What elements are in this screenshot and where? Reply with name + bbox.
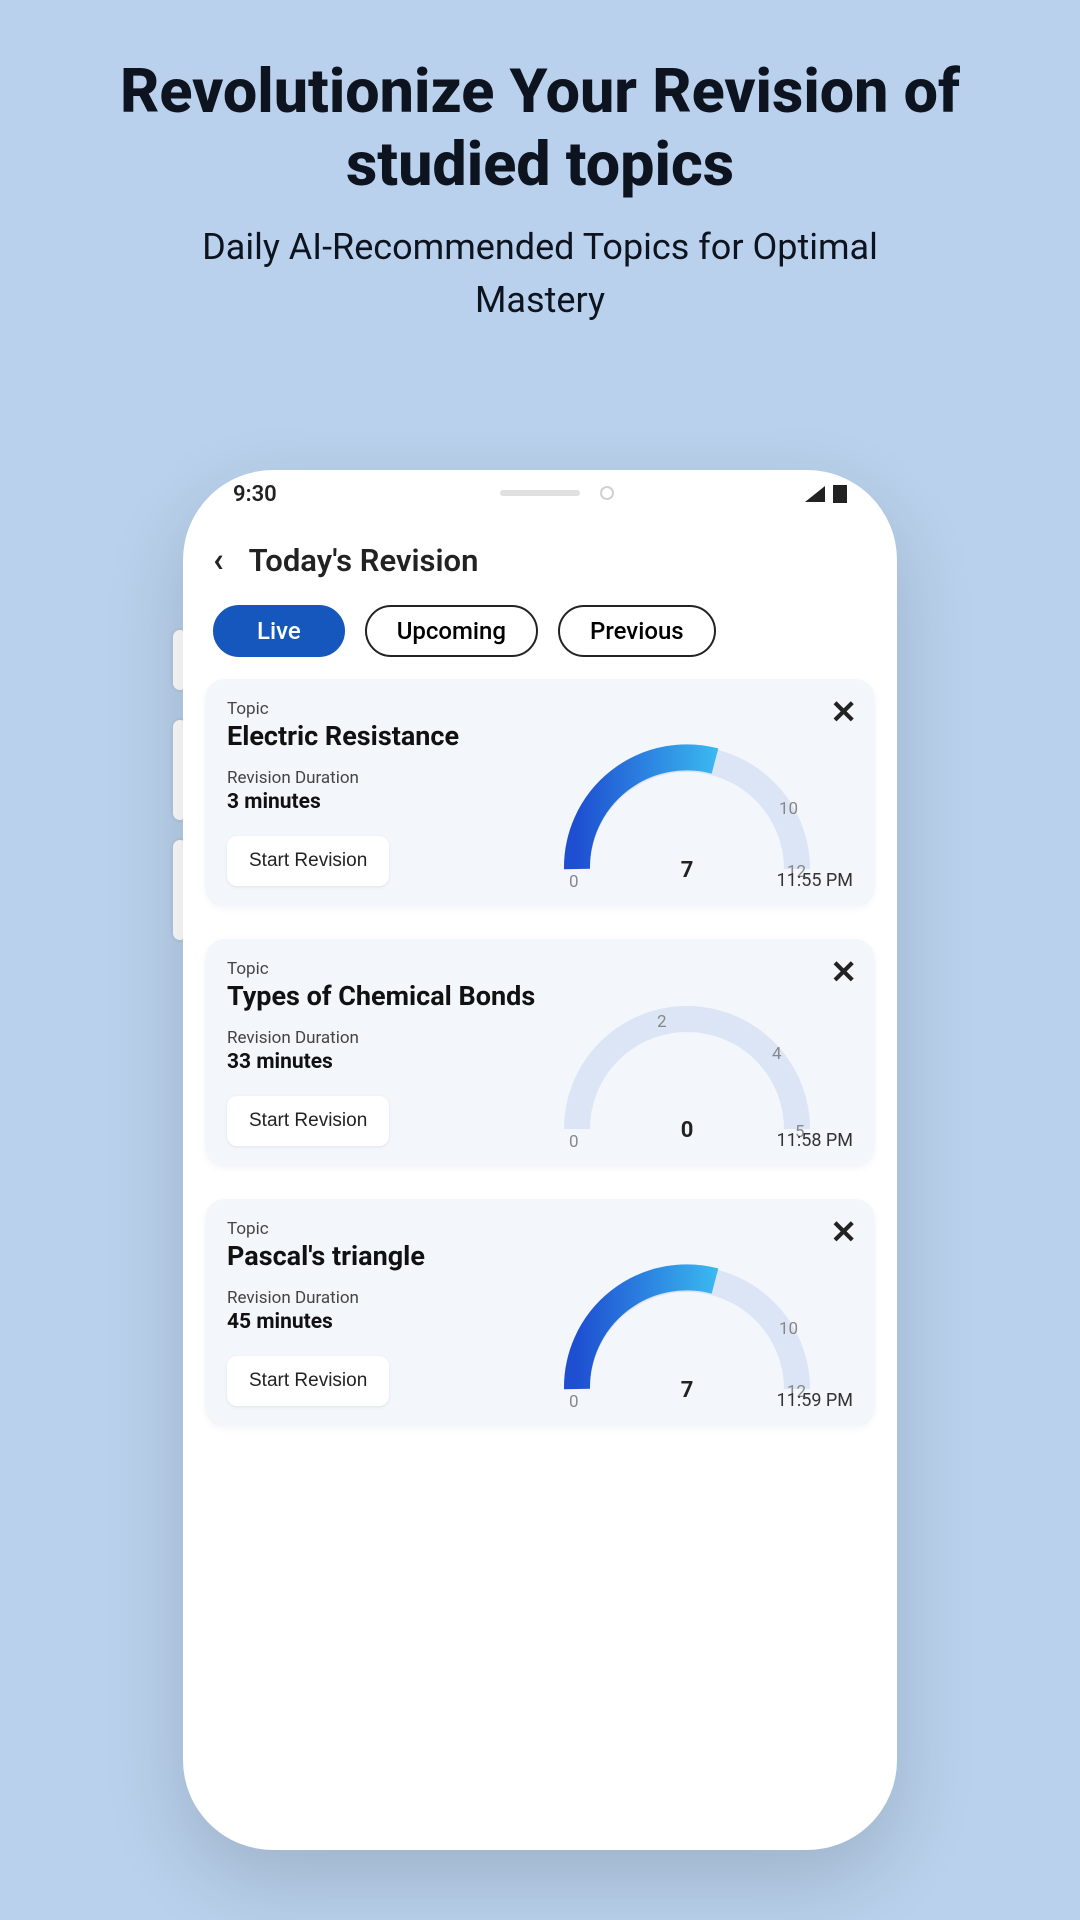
tabs: Live Upcoming Previous <box>183 605 897 679</box>
card-time: 11:58 PM <box>777 1130 853 1151</box>
topic-label: Topic <box>227 959 547 979</box>
topic-name: Types of Chemical Bonds <box>227 981 547 1012</box>
revision-card: ✕ Topic Electric Resistance Revision Dur… <box>205 679 875 907</box>
tab-upcoming[interactable]: Upcoming <box>365 605 538 657</box>
duration-value: 45 minutes <box>227 1310 547 1334</box>
gauge-value: 7 <box>681 1378 694 1403</box>
signal-icon <box>805 486 825 502</box>
duration-label: Revision Duration <box>227 768 547 788</box>
gauge-tick: 0 <box>569 1132 579 1152</box>
gauge-tick: 10 <box>779 799 798 819</box>
topic-label: Topic <box>227 1219 547 1239</box>
phone-camera-icon <box>600 486 614 500</box>
gauge-tick: 2 <box>657 1012 667 1032</box>
duration-value: 3 minutes <box>227 790 547 814</box>
page-title: Today's Revision <box>249 542 479 579</box>
gauge-chart: 7 0 10 12 <box>547 729 827 889</box>
start-revision-button[interactable]: Start Revision <box>227 1096 389 1146</box>
gauge-tick: 10 <box>779 1319 798 1339</box>
battery-icon <box>833 485 847 503</box>
phone-speaker-icon <box>500 490 580 496</box>
start-revision-button[interactable]: Start Revision <box>227 1356 389 1406</box>
duration-label: Revision Duration <box>227 1028 547 1048</box>
promo-subtitle: Daily AI-Recommended Topics for Optimal … <box>0 211 1080 365</box>
tab-live[interactable]: Live <box>213 605 345 657</box>
gauge-chart: 7 0 10 12 <box>547 1249 827 1409</box>
gauge-tick: 4 <box>772 1044 782 1064</box>
gauge-value: 0 <box>681 1118 694 1143</box>
revision-card: ✕ Topic Types of Chemical Bonds Revision… <box>205 939 875 1167</box>
duration-value: 33 minutes <box>227 1050 547 1074</box>
topic-label: Topic <box>227 699 547 719</box>
phone-frame: 9:30 ‹ Today's Revision Live Upcoming Pr… <box>183 470 897 1850</box>
card-time: 11:59 PM <box>777 1390 853 1411</box>
promo-title: Revolutionize Your Revision of studied t… <box>0 0 1080 211</box>
gauge-tick: 0 <box>569 1392 579 1412</box>
gauge-tick: 0 <box>569 872 579 892</box>
revision-card: ✕ Topic Pascal's triangle Revision Durat… <box>205 1199 875 1427</box>
duration-label: Revision Duration <box>227 1288 547 1308</box>
tab-previous[interactable]: Previous <box>558 605 716 657</box>
card-list: ✕ Topic Electric Resistance Revision Dur… <box>183 679 897 1427</box>
gauge-value: 7 <box>681 858 694 883</box>
gauge-chart: 0 0 2 4 5 <box>547 989 827 1149</box>
card-time: 11:55 PM <box>777 870 853 891</box>
back-icon[interactable]: ‹ <box>213 540 224 580</box>
status-time: 9:30 <box>233 482 277 507</box>
topic-name: Pascal's triangle <box>227 1241 547 1272</box>
start-revision-button[interactable]: Start Revision <box>227 836 389 886</box>
app-header: ‹ Today's Revision <box>183 510 897 605</box>
topic-name: Electric Resistance <box>227 721 547 752</box>
